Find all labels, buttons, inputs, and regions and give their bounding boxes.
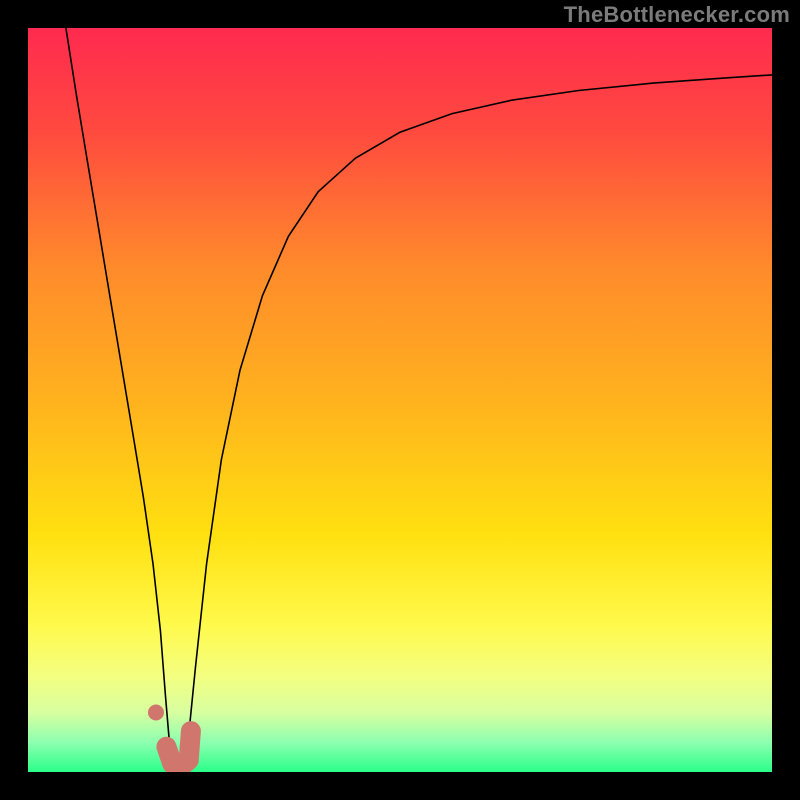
bottleneck-chart	[0, 0, 800, 800]
marker-dot	[148, 704, 164, 720]
watermark-text: TheBottlenecker.com	[564, 2, 790, 28]
chart-stage: TheBottlenecker.com	[0, 0, 800, 800]
gradient-background	[28, 28, 772, 772]
